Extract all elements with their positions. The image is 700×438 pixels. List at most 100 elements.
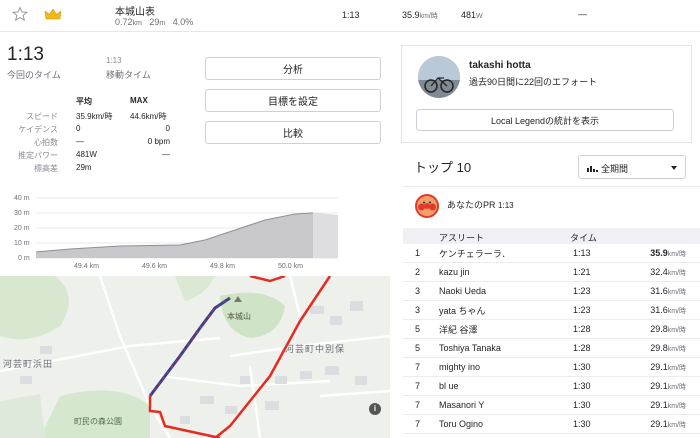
segment-name[interactable]: 本城山表 (115, 3, 155, 18)
row-speed-value: 35.9 (650, 247, 668, 258)
row-time: 1:30 (573, 362, 591, 372)
leaderboard-row[interactable]: 3 yata ちゃん 1:23 31.6km/時 (403, 301, 700, 320)
row-athlete-name[interactable]: Toru Ogino (439, 419, 483, 429)
row-speed: 29.1km/時 (650, 362, 686, 373)
analyze-button[interactable]: 分析 (205, 57, 381, 80)
stats-row-speed: スピード 35.9km/時 44.6km/時 (0, 111, 200, 124)
set-goal-button[interactable]: 目標を設定 (205, 89, 381, 112)
stats-row-cadence: ケイデンス 0 0 (0, 124, 200, 137)
stats-avg: — (76, 137, 84, 146)
row-athlete-name[interactable]: mighty ino (439, 362, 480, 372)
row-speed: 29.8km/時 (650, 343, 686, 354)
stats-avg: 481W (76, 150, 97, 159)
row-athlete-name[interactable]: Toshiya Tanaka (439, 343, 501, 353)
row-athlete-name[interactable]: yata ちゃん (439, 304, 486, 317)
row-time: 1:30 (573, 419, 591, 429)
map-label-honjoyama: 本城山 (227, 312, 251, 321)
leaderboard-row[interactable]: 7 mighty ino 1:30 29.1km/時 (403, 358, 700, 377)
stats-avg: 29m (76, 163, 92, 172)
leaderboard-row[interactable]: 1 ケンチェラーラ． 1:13 35.9km/時 (403, 244, 700, 263)
row-time: 1:28 (573, 324, 591, 334)
row-speed-value: 31.6 (650, 285, 668, 296)
row-rank: 5 (415, 324, 421, 334)
pr-label: あなたのPR (447, 200, 496, 210)
segment-distance: 0.72 (115, 17, 133, 27)
leaderboard-row[interactable]: 7 Masanori Y 1:30 29.1km/時 (403, 396, 700, 415)
elevation-profile-chart: 40 m 30 m 20 m 10 m 0 m 49.4 km 49.6 km … (14, 195, 338, 270)
local-legend-stats-button[interactable]: Local Legendの統計を表示 (416, 109, 674, 131)
leaderboard-row[interactable]: 7 bl ue 1:30 29.1km/時 (403, 377, 700, 396)
pr-label-line: あなたのPR 1:13 (447, 198, 514, 211)
row-speed-unit: km/時 (667, 383, 686, 391)
row-speed-value: 29.8 (650, 323, 668, 334)
period-filter-dropdown[interactable]: 全期間 (578, 155, 686, 179)
stats-label: スピード (26, 112, 58, 121)
stats-label: ケイデンス (18, 125, 58, 134)
user-avatar[interactable] (418, 56, 460, 98)
row-athlete-name[interactable]: bl ue (439, 381, 459, 391)
row-athlete-name[interactable]: ケンチェラーラ． (439, 247, 511, 260)
map-info-icon[interactable]: i (369, 403, 381, 415)
stats-row-elevation: 標高差 29m (0, 163, 200, 176)
stats-row-heartrate: 心拍数 — 0 bpm (0, 137, 200, 150)
stats-avg: 0 (76, 124, 81, 133)
anpanman-icon (417, 196, 437, 216)
row-athlete-name[interactable]: 洋紀 谷澤 (439, 323, 478, 336)
row-speed-value: 32.4 (650, 266, 668, 277)
row-speed: 32.4km/時 (650, 267, 686, 278)
segment-speed: 35.9km/時 (402, 10, 438, 21)
row-speed-unit: km/時 (667, 288, 686, 296)
row-speed-value: 29.1 (650, 399, 668, 410)
star-icon[interactable] (11, 6, 29, 22)
personal-record-row[interactable]: あなたのPR 1:13 (403, 186, 700, 226)
leaderboard-title: トップ 10 (414, 160, 472, 175)
row-rank: 2 (415, 267, 421, 277)
leaderboard-row[interactable]: 3 Naoki Ueda 1:23 31.6km/時 (403, 282, 700, 301)
row-athlete-name[interactable]: kazu jin (439, 267, 470, 277)
y-tick: 40 m (14, 195, 30, 202)
stats-col-max: MAX (130, 96, 148, 105)
row-time: 1:23 (573, 286, 591, 296)
stats-max: 44.6km/時 (130, 112, 167, 121)
segment-stats: 0.72km 29m 4.0% (115, 17, 193, 27)
row-speed-value: 29.8 (650, 342, 668, 353)
segment-header-row: 本城山表 0.72km 29m 4.0% 1:13 35.9km/時 481W … (0, 0, 700, 32)
stats-label: 心拍数 (34, 138, 58, 147)
elapsed-time: 1:13 (7, 44, 44, 65)
y-tick: 10 m (14, 240, 30, 247)
row-time: 1:21 (573, 267, 591, 277)
row-speed-value: 29.1 (650, 361, 668, 372)
row-speed-unit: km/時 (667, 345, 686, 353)
row-speed: 29.1km/時 (650, 419, 686, 430)
segment-time: 1:13 (342, 10, 360, 20)
chevron-down-icon (671, 166, 677, 170)
bar-chart-icon (587, 164, 599, 172)
row-time: 1:28 (573, 343, 591, 353)
segment-distance-unit: km (132, 20, 142, 27)
leaderboard-row[interactable]: 5 Toshiya Tanaka 1:28 29.8km/時 (403, 339, 700, 358)
legend-user-name[interactable]: takashi hotta (469, 60, 531, 71)
leaderboard-row[interactable]: 5 洋紀 谷澤 1:28 29.8km/時 (403, 320, 700, 339)
row-rank: 3 (415, 286, 421, 296)
row-time: 1:13 (573, 248, 591, 258)
row-athlete-name[interactable]: Masanori Y (439, 400, 484, 410)
leaderboard-row[interactable]: 2 kazu jin 1:21 32.4km/時 (403, 263, 700, 282)
leaderboard-row[interactable]: 7 Toru Ogino 1:30 29.1km/時 (403, 415, 700, 434)
segment-grade: 4.0% (172, 17, 194, 27)
row-speed-unit: km/時 (667, 421, 686, 429)
leaderboard-header: アスリート タイム (403, 228, 700, 244)
compare-button[interactable]: 比較 (205, 121, 381, 144)
row-speed: 29.8km/時 (650, 324, 686, 335)
stats-max: — (162, 150, 170, 159)
segment-map[interactable]: 本城山 河芸町中別保 河芸町浜田 町民の森公園 i (0, 276, 390, 438)
row-rank: 5 (415, 343, 421, 353)
row-athlete-name[interactable]: Naoki Ueda (439, 286, 486, 296)
stats-avg: 35.9km/時 (76, 112, 113, 121)
elevation-area-after (313, 213, 338, 258)
row-speed-value: 29.1 (650, 380, 668, 391)
map-label-park: 町民の森公園 (74, 417, 122, 426)
local-legend-card: takashi hotta 過去90日間に22回のエフォート Local Leg… (401, 45, 692, 143)
segment-power: 481W (461, 10, 483, 20)
elapsed-time-label: 今回のタイム (7, 70, 61, 80)
segment-hr-dash: — (578, 9, 587, 19)
